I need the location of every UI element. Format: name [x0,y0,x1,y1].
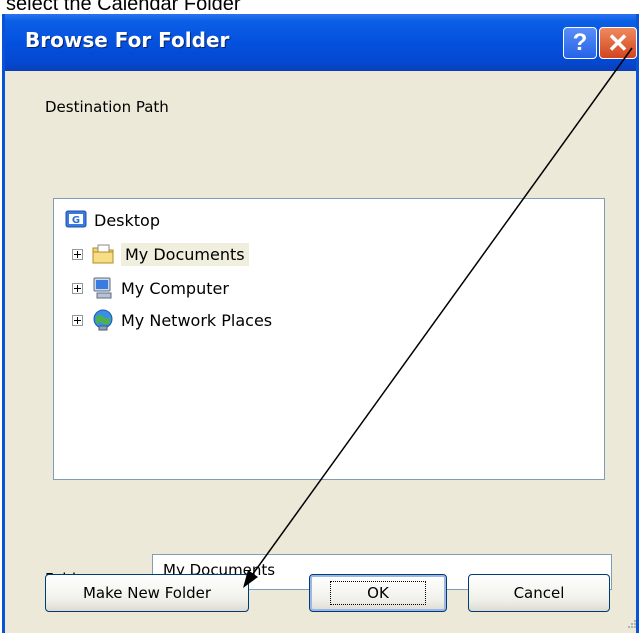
ok-button[interactable]: OK [309,574,447,612]
close-icon: ✕ [607,27,629,58]
make-new-folder-label: Make New Folder [82,584,212,602]
computer-icon [91,276,115,300]
help-button[interactable]: ? [563,27,597,59]
title-bar[interactable]: Browse For Folder ? ✕ [5,14,637,71]
expand-icon[interactable] [72,314,83,326]
destination-path-label: Destination Path [45,98,169,116]
close-button[interactable]: ✕ [599,27,637,59]
dialog-title: Browse For Folder [25,28,230,52]
resize-grip-icon[interactable] [625,617,637,629]
tree-item-label: My Network Places [121,310,273,330]
browse-folder-dialog: Browse For Folder ? ✕ Destination Path G… [2,14,639,633]
tree-item-my-computer[interactable]: My Computer [72,273,229,303]
cancel-button[interactable]: Cancel [468,574,610,612]
tree-item-label: My Computer [121,278,229,298]
expand-icon[interactable] [72,248,83,260]
tree-item-label: Desktop [94,210,160,230]
make-new-folder-button[interactable]: Make New Folder [45,574,249,612]
svg-text:G: G [72,215,80,226]
folder-documents-icon [91,242,115,266]
tree-item-my-documents[interactable]: My Documents [72,239,249,269]
tree-item-desktop[interactable]: G Desktop [64,205,160,235]
cancel-label: Cancel [513,584,565,602]
help-icon: ? [572,29,588,56]
tree-item-label: My Documents [121,242,249,266]
expand-icon[interactable] [72,282,83,294]
folder-tree[interactable]: G Desktop My Documents My Computer My Ne… [53,198,605,480]
desktop-icon: G [64,208,88,232]
network-places-icon [91,308,115,332]
tree-item-my-network-places[interactable]: My Network Places [72,305,272,335]
ok-label: OK [330,581,426,605]
